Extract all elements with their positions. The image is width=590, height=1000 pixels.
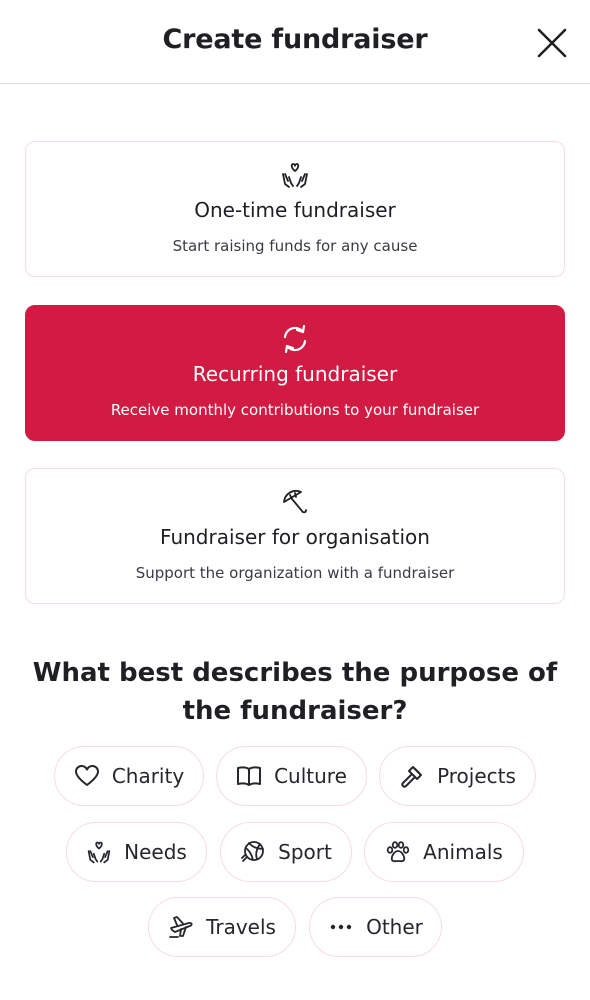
recurring-icon bbox=[280, 324, 310, 354]
paw-icon bbox=[385, 839, 411, 865]
plane-icon bbox=[168, 914, 194, 940]
close-button[interactable] bbox=[533, 24, 571, 62]
close-icon bbox=[537, 28, 567, 58]
option-one-time-fundraiser[interactable]: One-time fundraiser Start raising funds … bbox=[25, 141, 565, 277]
option-recurring-fundraiser[interactable]: Recurring fundraiser Receive monthly con… bbox=[25, 305, 565, 441]
chip-sport[interactable]: Sport bbox=[220, 822, 352, 882]
umbrella-icon bbox=[280, 487, 310, 517]
page-title: Create fundraiser bbox=[162, 24, 428, 55]
chip-travels[interactable]: Travels bbox=[148, 897, 296, 957]
chip-label: Animals bbox=[423, 840, 503, 864]
chip-needs[interactable]: Needs bbox=[66, 822, 207, 882]
chip-culture[interactable]: Culture bbox=[216, 746, 367, 806]
chip-projects[interactable]: Projects bbox=[379, 746, 536, 806]
purpose-question: What best describes the purpose of the f… bbox=[32, 658, 558, 726]
hammer-icon bbox=[399, 763, 425, 789]
chip-other[interactable]: Other bbox=[309, 897, 442, 957]
chip-label: Charity bbox=[111, 764, 185, 788]
chip-label: Projects bbox=[437, 764, 516, 788]
option-title: Recurring fundraiser bbox=[192, 362, 398, 386]
option-subtitle: Receive monthly contributions to your fu… bbox=[110, 401, 480, 419]
ball-icon bbox=[240, 839, 266, 865]
option-title: Fundraiser for organisation bbox=[160, 525, 430, 549]
chip-animals[interactable]: Animals bbox=[364, 822, 524, 882]
hands-heart-icon bbox=[86, 839, 112, 865]
chip-label: Sport bbox=[278, 840, 332, 864]
option-organisation-fundraiser[interactable]: Fundraiser for organisation Support the … bbox=[25, 468, 565, 604]
heart-icon bbox=[74, 763, 100, 789]
chip-label: Needs bbox=[124, 840, 187, 864]
header: Create fundraiser bbox=[0, 0, 590, 84]
option-subtitle: Start raising funds for any cause bbox=[172, 237, 418, 255]
book-icon bbox=[236, 763, 262, 789]
option-subtitle: Support the organization with a fundrais… bbox=[135, 564, 455, 582]
chip-label: Other bbox=[366, 915, 423, 939]
chip-label: Travels bbox=[206, 915, 276, 939]
chip-label: Culture bbox=[274, 764, 347, 788]
chip-charity[interactable]: Charity bbox=[54, 746, 204, 806]
hands-heart-icon bbox=[280, 160, 310, 190]
option-title: One-time fundraiser bbox=[194, 198, 396, 222]
dots-icon bbox=[328, 914, 354, 940]
create-fundraiser-screen: Create fundraiser One-time fundraiser St… bbox=[0, 0, 590, 1000]
